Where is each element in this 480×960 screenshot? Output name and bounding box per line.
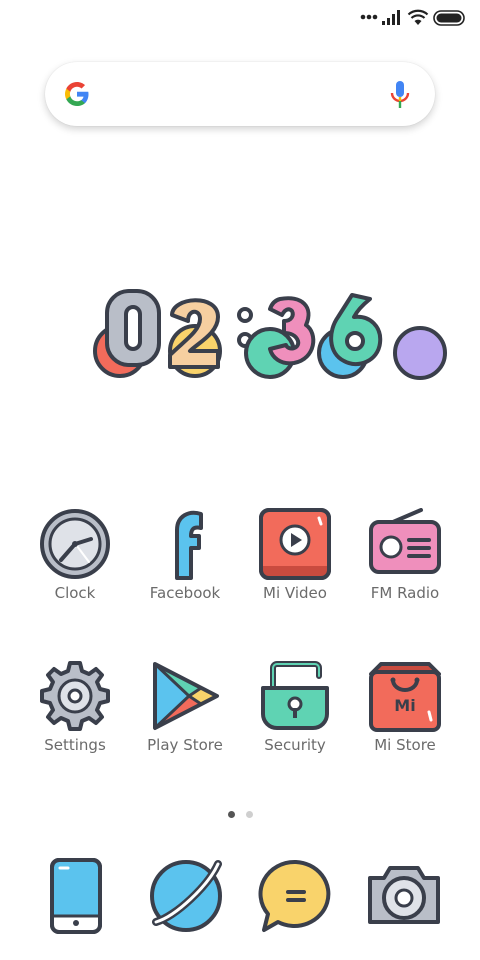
app-label: Clock bbox=[54, 584, 96, 602]
app-label: Facebook bbox=[149, 584, 221, 602]
play-store-icon bbox=[153, 662, 219, 730]
app-play-store[interactable]: Play Store bbox=[130, 660, 240, 770]
app-label: Settings bbox=[44, 736, 106, 754]
app-label: FM Radio bbox=[370, 584, 440, 602]
camera-icon[interactable] bbox=[364, 856, 444, 936]
app-label: Mi Store bbox=[374, 736, 436, 754]
mi-badge: Mi bbox=[394, 696, 416, 715]
app-label: Play Store bbox=[147, 736, 223, 754]
search-bar[interactable] bbox=[45, 62, 435, 126]
play-video-icon bbox=[259, 508, 331, 580]
wifi-icon bbox=[407, 9, 429, 25]
phone-icon[interactable] bbox=[36, 856, 116, 936]
mic-icon[interactable] bbox=[389, 80, 411, 110]
facebook-icon bbox=[175, 510, 203, 580]
app-label: Mi Video bbox=[263, 584, 327, 602]
google-g-icon bbox=[65, 82, 89, 106]
more-dots-icon bbox=[360, 14, 378, 20]
app-settings[interactable]: Settings bbox=[20, 660, 130, 770]
page-dot[interactable] bbox=[246, 811, 253, 818]
padlock-icon bbox=[261, 661, 329, 730]
app-fm-radio[interactable]: FM Radio bbox=[350, 508, 460, 618]
gear-icon bbox=[40, 661, 110, 731]
clock-widget[interactable] bbox=[90, 285, 460, 395]
signal-icon bbox=[382, 10, 400, 25]
app-mi-store[interactable]: Mi Mi Store bbox=[350, 660, 460, 770]
app-clock[interactable]: Clock bbox=[20, 508, 130, 618]
battery-icon bbox=[433, 10, 465, 26]
app-security[interactable]: Security bbox=[240, 660, 350, 770]
browser-icon[interactable] bbox=[146, 856, 226, 936]
app-facebook[interactable]: Facebook bbox=[130, 508, 240, 618]
page-indicator bbox=[228, 803, 264, 822]
app-mi-video[interactable]: Mi Video bbox=[240, 508, 350, 618]
messages-icon[interactable] bbox=[256, 856, 336, 936]
page-dot-active[interactable] bbox=[228, 811, 235, 818]
clock-icon bbox=[40, 509, 110, 579]
radio-icon bbox=[369, 508, 441, 574]
status-bar bbox=[0, 0, 480, 36]
app-label: Security bbox=[264, 736, 326, 754]
